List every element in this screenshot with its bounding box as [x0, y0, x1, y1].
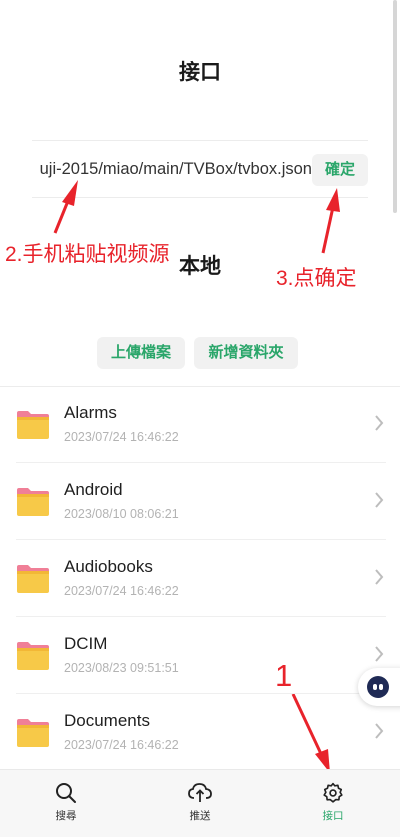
file-name: Android	[64, 480, 123, 499]
file-date: 2023/08/10 08:06:21	[64, 507, 179, 521]
local-actions: 上傳檔案 新增資料夾	[0, 337, 400, 369]
folder-icon	[17, 642, 49, 670]
annotation-arrow-step2	[53, 195, 72, 234]
annotation-arrowhead-step3	[326, 188, 340, 212]
tab-label: 推送	[189, 810, 211, 822]
bottom-nav: 搜尋 推送 接口	[0, 769, 400, 837]
file-name: DCIM	[64, 634, 108, 653]
folder-icon	[17, 719, 49, 747]
annotation-step3: 3.点确定	[276, 267, 357, 290]
tab-search[interactable]: 搜尋	[26, 782, 106, 823]
chevron-right-icon	[375, 646, 384, 662]
api-url-input[interactable]: uji-2015/miao/main/TVBox/tvbox.json	[40, 160, 312, 179]
tab-label: 接口	[322, 810, 344, 822]
api-url-row: uji-2015/miao/main/TVBox/tvbox.json 確定	[0, 152, 400, 188]
list-item[interactable]: Audiobooks 2023/07/24 16:46:22	[0, 540, 400, 617]
gear-icon	[323, 782, 343, 803]
file-date: 2023/07/24 16:46:22	[64, 430, 179, 444]
folder-icon	[17, 565, 49, 593]
folder-icon	[17, 411, 49, 439]
confirm-button[interactable]: 確定	[312, 154, 368, 186]
new-folder-button[interactable]: 新增資料夾	[194, 337, 298, 369]
page-title: 接口	[179, 61, 221, 84]
file-name: Audiobooks	[64, 557, 153, 576]
divider	[32, 197, 368, 198]
list-item[interactable]: DCIM 2023/08/23 09:51:51	[0, 617, 400, 694]
search-icon	[56, 783, 76, 803]
file-date: 2023/07/24 16:46:22	[64, 738, 179, 752]
chevron-right-icon	[375, 492, 384, 508]
divider	[32, 140, 368, 141]
file-name: Documents	[64, 711, 150, 730]
assistant-face-icon	[367, 676, 389, 698]
file-name: Alarms	[64, 403, 117, 422]
list-item[interactable]: Documents 2023/07/24 16:46:22	[0, 694, 400, 771]
file-date: 2023/07/24 16:46:22	[64, 584, 179, 598]
list-item[interactable]: Android 2023/08/10 08:06:21	[0, 463, 400, 540]
tab-push[interactable]: 推送	[160, 782, 240, 823]
annotation-arrow-step3	[321, 206, 335, 254]
file-date: 2023/08/23 09:51:51	[64, 661, 179, 675]
upload-file-button[interactable]: 上傳檔案	[97, 337, 185, 369]
floating-assistant-button[interactable]	[358, 668, 400, 706]
list-item[interactable]: Alarms 2023/07/24 16:46:22	[0, 386, 400, 463]
cloud-upload-icon	[188, 783, 212, 802]
chevron-right-icon	[375, 723, 384, 739]
annotation-step2: 2.手机粘贴视频源	[5, 243, 170, 266]
file-list: Alarms 2023/07/24 16:46:22 Android 2023/…	[0, 386, 400, 771]
tab-api[interactable]: 接口	[293, 782, 373, 823]
folder-icon	[17, 488, 49, 516]
tab-label: 搜尋	[55, 810, 77, 822]
chevron-right-icon	[375, 569, 384, 585]
chevron-right-icon	[375, 415, 384, 431]
